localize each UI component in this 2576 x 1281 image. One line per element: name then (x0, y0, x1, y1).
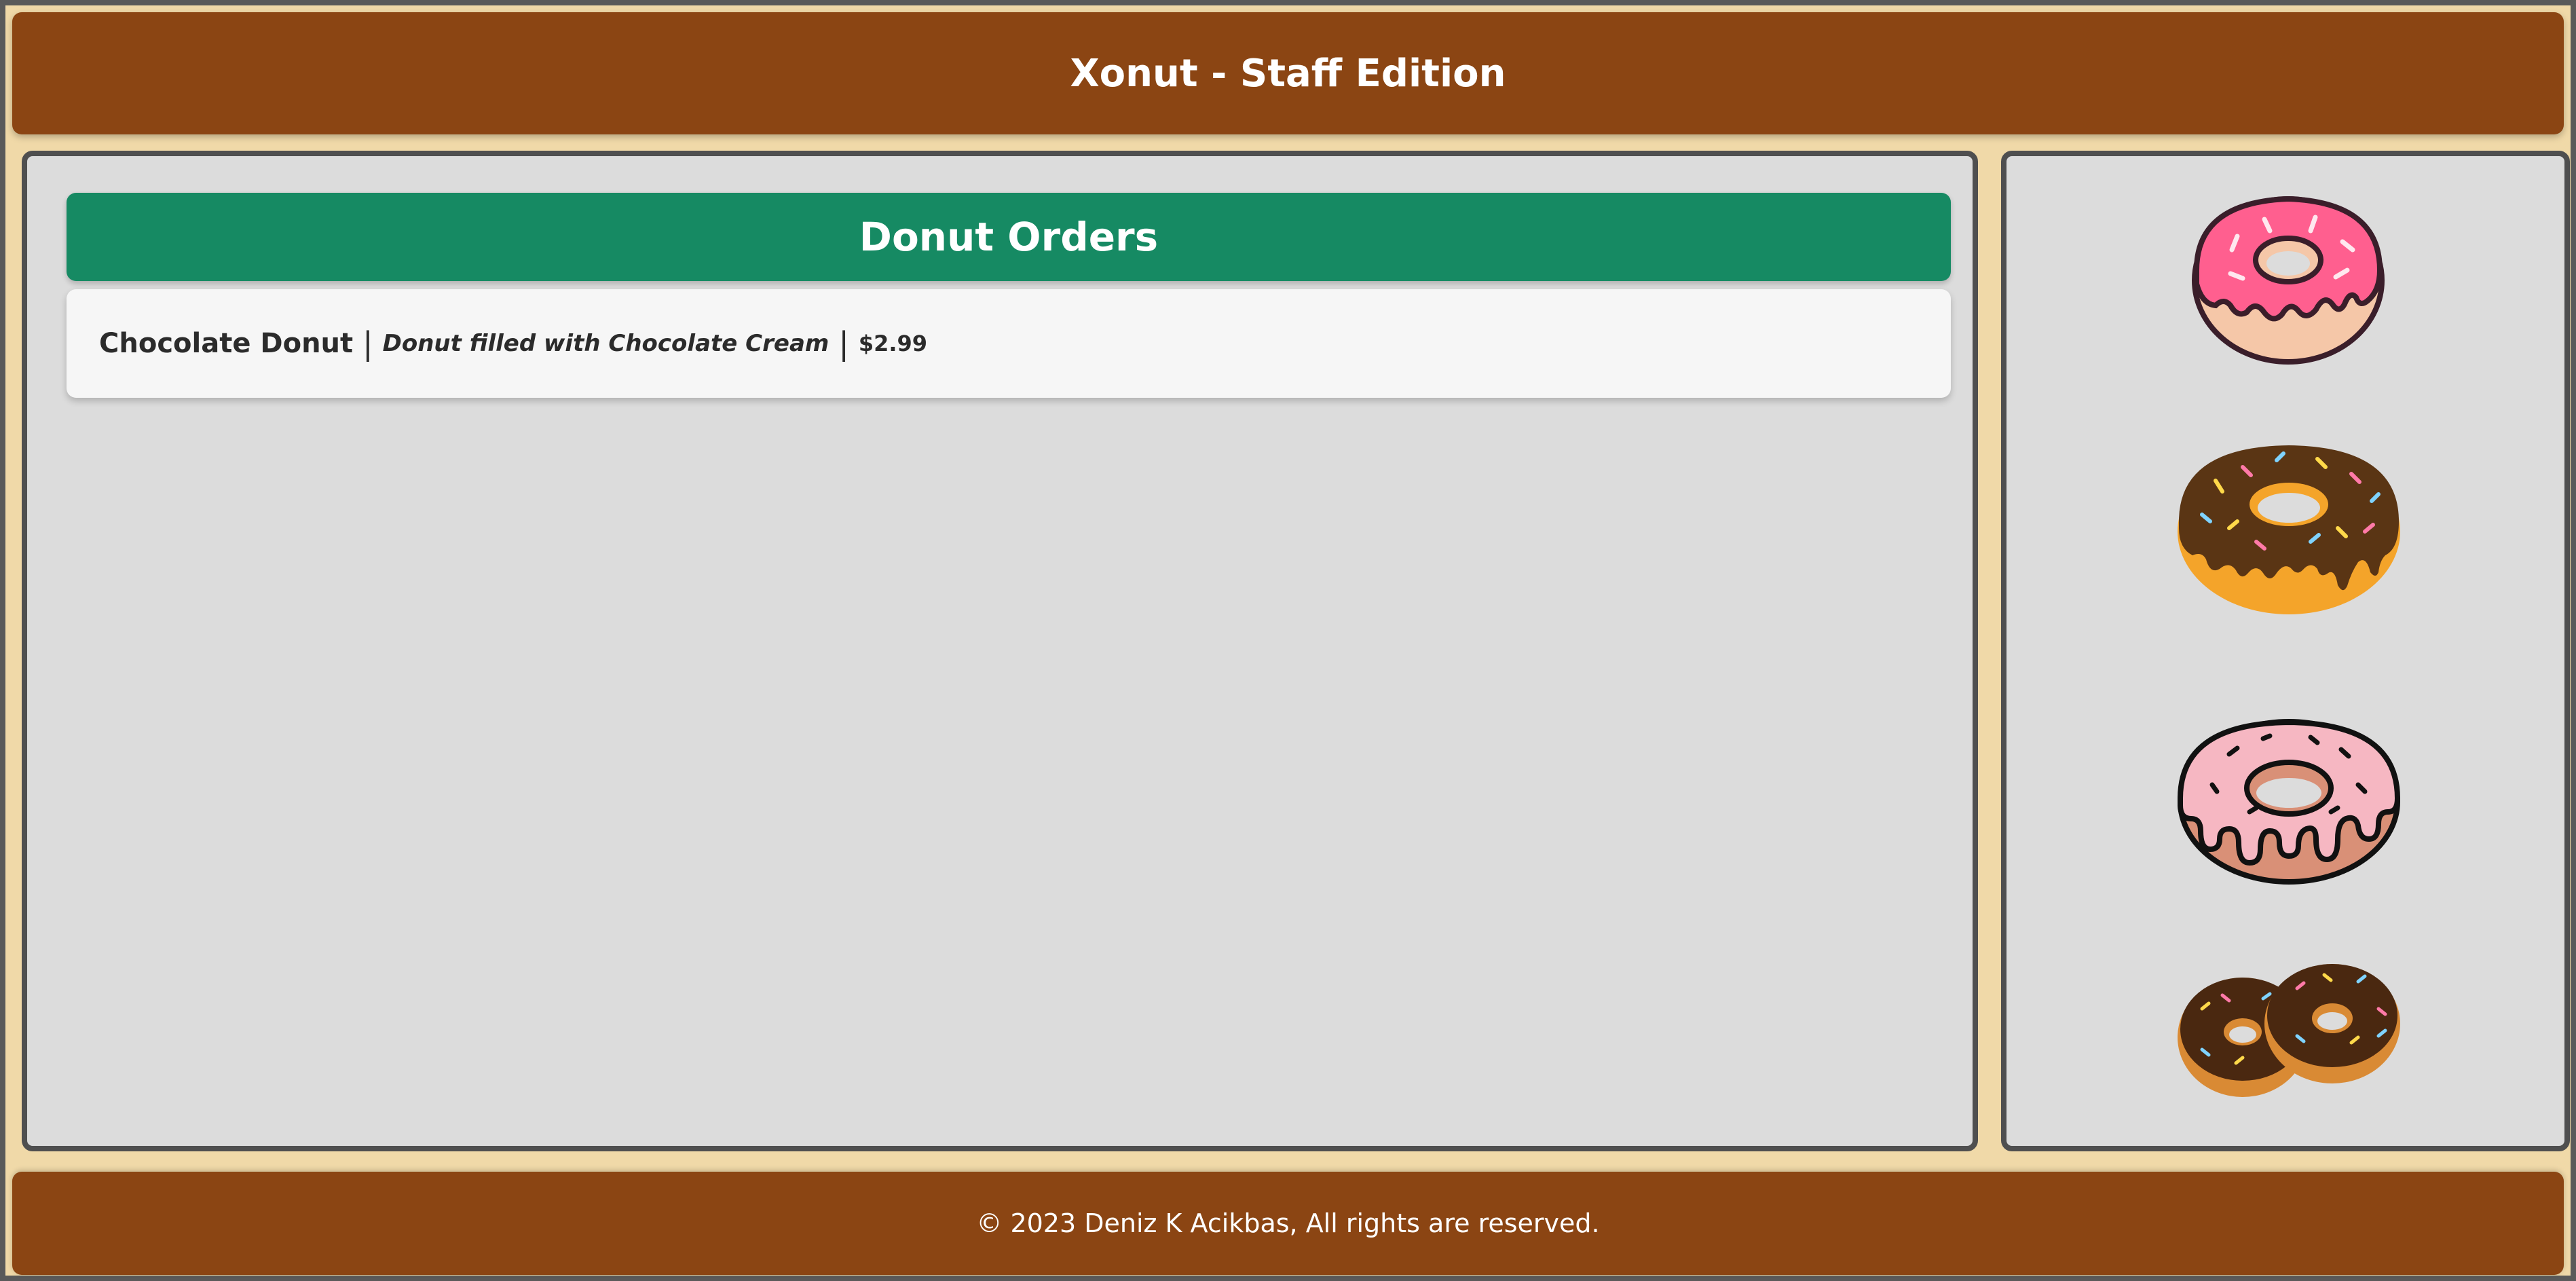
two-chocolate-donuts-icon (2178, 964, 2400, 1097)
orders-title-bar: Donut Orders (67, 193, 1951, 281)
order-name: Chocolate Donut (99, 328, 354, 359)
order-description: Donut filled with Chocolate Cream (382, 330, 829, 357)
site-footer: © 2023 Deniz K Acikbas, All rights are r… (12, 1172, 2564, 1275)
site-header: Xonut - Staff Edition (12, 12, 2564, 134)
separator: | (362, 325, 373, 362)
orders-title: Donut Orders (859, 214, 1159, 260)
order-price: $2.99 (858, 331, 928, 356)
donut-gallery (2001, 151, 2570, 1151)
pink-outline-donut-icon (2178, 719, 2401, 885)
order-list: Chocolate Donut | Donut filled with Choc… (67, 289, 1951, 398)
order-item[interactable]: Chocolate Donut | Donut filled with Choc… (67, 289, 1951, 398)
orders-panel: Donut Orders Chocolate Donut | Donut fil… (22, 151, 1978, 1151)
separator: | (838, 325, 849, 362)
pink-glazed-donut-icon (2192, 196, 2385, 365)
app-title: Xonut - Staff Edition (1070, 51, 1506, 96)
copyright-text: © 2023 Deniz K Acikbas, All rights are r… (976, 1208, 1600, 1238)
chocolate-sprinkle-donut-icon (2178, 445, 2400, 614)
